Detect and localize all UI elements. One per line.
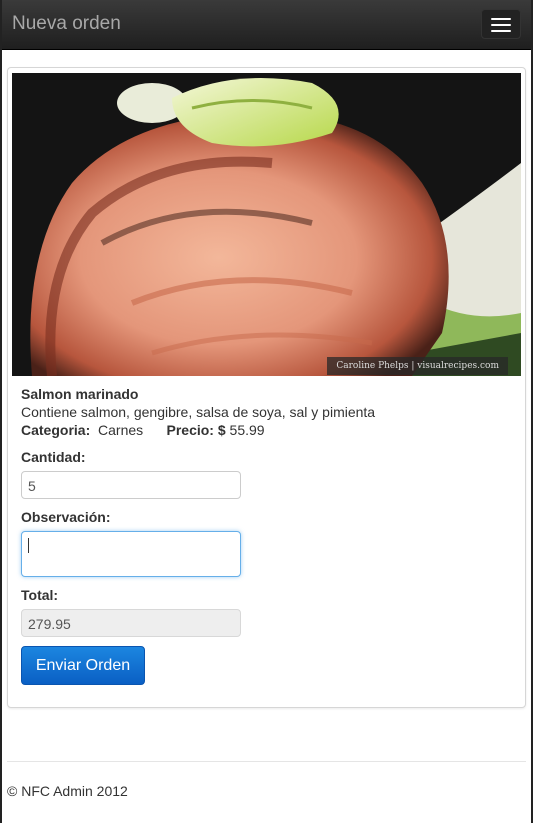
observation-textarea[interactable] bbox=[21, 531, 241, 577]
total-label: Total: bbox=[21, 587, 59, 603]
menu-icon-bar bbox=[491, 30, 511, 32]
navbar: Nueva orden bbox=[0, 0, 533, 50]
price-label: Precio: $ bbox=[166, 422, 226, 438]
quantity-input[interactable]: 5 bbox=[21, 471, 241, 499]
footer-text: © NFC Admin 2012 bbox=[7, 783, 128, 799]
observation-label: Observación: bbox=[21, 509, 111, 525]
order-card: Caroline Phelps | visualrecipes.com Salm… bbox=[7, 67, 526, 708]
menu-icon bbox=[491, 18, 511, 20]
total-field: 279.95 bbox=[21, 609, 241, 637]
product-meta: Categoria: Carnes Precio: $ 55.99 bbox=[21, 422, 265, 438]
product-image: Caroline Phelps | visualrecipes.com bbox=[12, 73, 521, 376]
quantity-label: Cantidad: bbox=[21, 449, 86, 465]
product-description: Contiene salmon, gengibre, salsa de soya… bbox=[21, 404, 376, 420]
price-value: 55.99 bbox=[229, 422, 265, 438]
menu-toggle-button[interactable] bbox=[481, 9, 521, 39]
submit-order-button[interactable]: Enviar Orden bbox=[21, 646, 145, 685]
image-credit: Caroline Phelps | visualrecipes.com bbox=[327, 357, 508, 375]
category-label: Categoria: bbox=[21, 422, 91, 438]
footer-divider bbox=[7, 761, 526, 762]
menu-icon-bar bbox=[491, 24, 511, 26]
text-cursor bbox=[28, 538, 29, 553]
product-name: Salmon marinado bbox=[21, 386, 139, 402]
category-value: Carnes bbox=[98, 422, 144, 438]
page-title[interactable]: Nueva orden bbox=[12, 12, 121, 36]
